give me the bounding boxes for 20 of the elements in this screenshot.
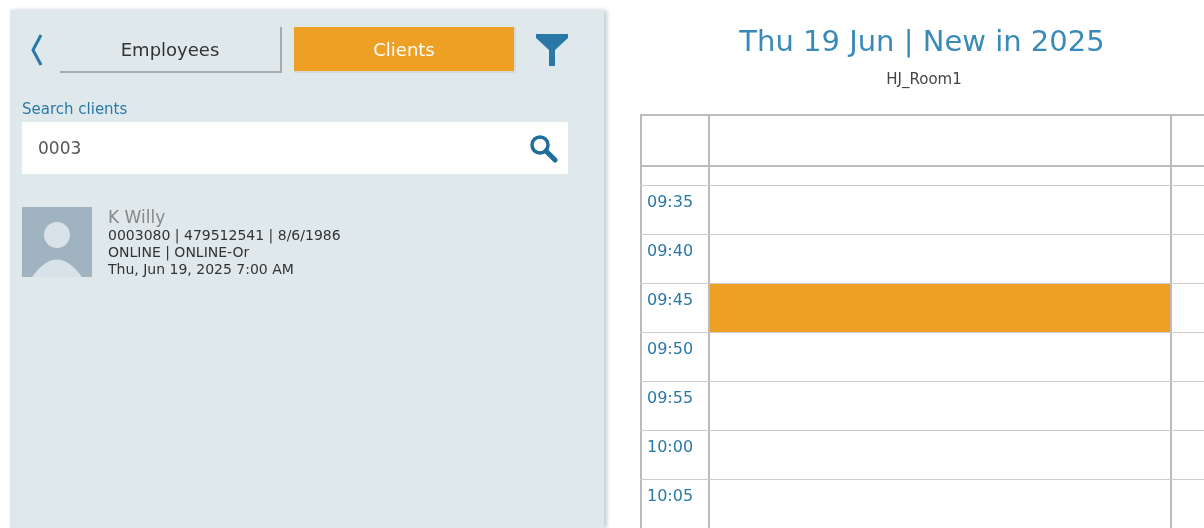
appointment-datetime: Thu, Jun 19, 2025 7:00 AM <box>108 261 295 278</box>
search-button[interactable] <box>522 122 568 174</box>
time-label: 09:50 <box>647 339 694 358</box>
search-field[interactable]: 0003 <box>22 122 522 174</box>
search-label: Search clients <box>22 100 129 118</box>
time-label: 09:45 <box>647 290 694 309</box>
time-label: 10:00 <box>647 437 694 456</box>
search-icon[interactable] <box>528 133 558 163</box>
back-icon[interactable] <box>30 33 44 67</box>
resource-name: HJ_Room1 <box>886 70 962 88</box>
time-label: 09:40 <box>647 241 694 260</box>
avatar-placeholder <box>22 207 92 277</box>
client-details: 0003080 | 479512541 | 8/6/1986 <box>108 227 341 244</box>
client-location: ONLINE | ONLINE-Or <box>108 244 251 261</box>
calendar-title: Thu 19 Jun | New in 2025 <box>739 24 1105 58</box>
time-label: 10:05 <box>647 486 694 505</box>
tab[interactable]: Employees <box>60 27 282 73</box>
booked-slot[interactable] <box>710 284 1172 332</box>
time-label: 09:55 <box>647 388 694 407</box>
time-label: 09:35 <box>647 192 694 211</box>
